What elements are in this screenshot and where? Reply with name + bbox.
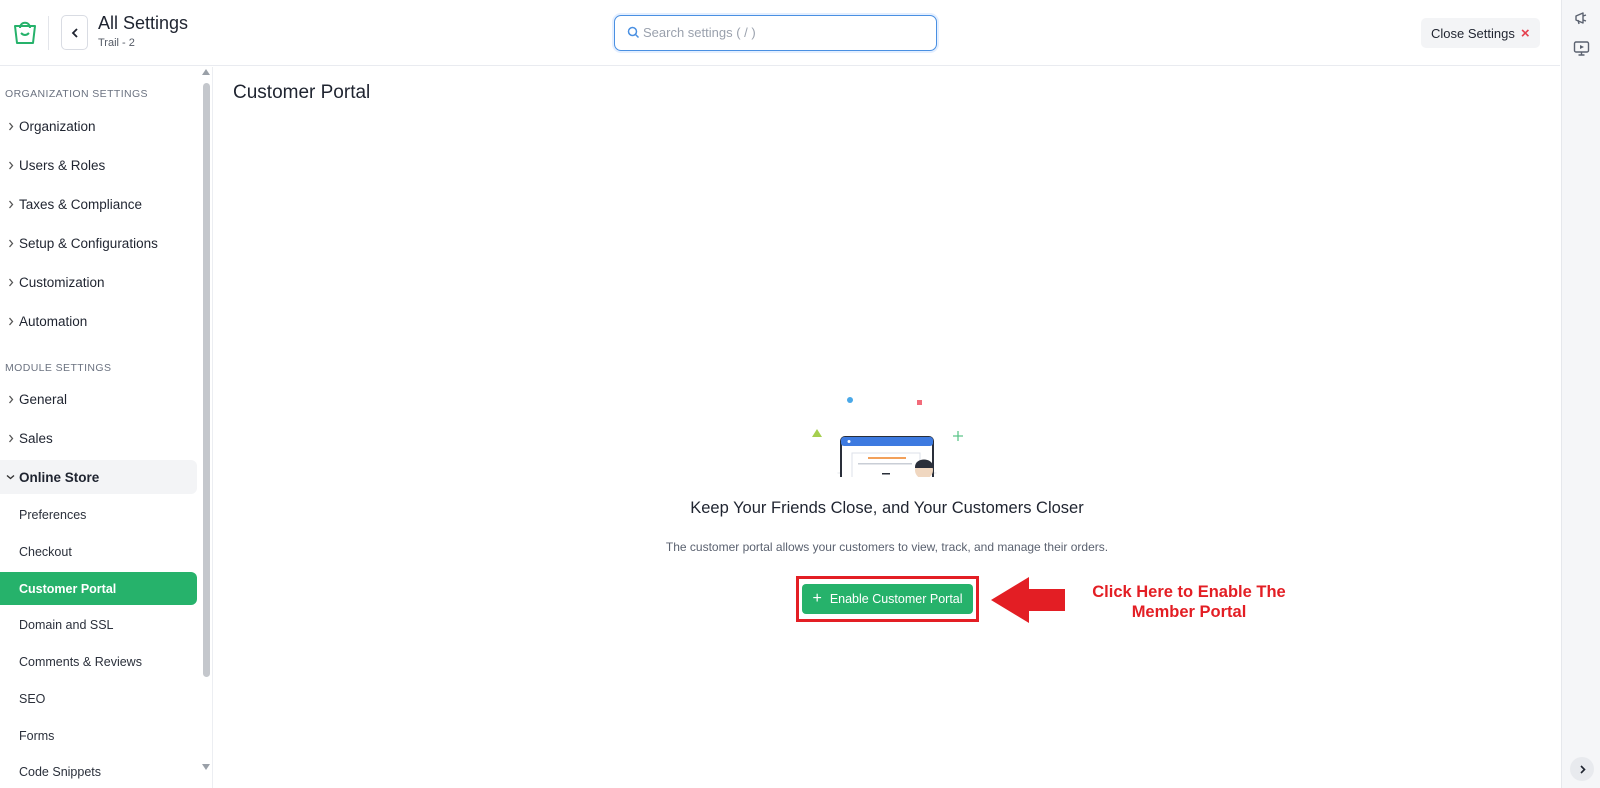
sidebar-item-organization[interactable]: Organization <box>0 109 197 143</box>
chevron-right-icon <box>8 434 13 442</box>
organization-name: Trail - 2 <box>98 37 135 49</box>
search-input[interactable] <box>643 17 929 48</box>
back-button[interactable] <box>61 15 88 50</box>
empty-state-title: Keep Your Friends Close, and Your Custom… <box>690 499 1084 517</box>
plus-icon: + <box>812 590 822 607</box>
sidebar-item-label: Customization <box>19 274 105 290</box>
page-title: Customer Portal <box>233 82 371 103</box>
sidebar-item-label: Sales <box>19 430 53 446</box>
sidebar-subitem-code-snippets[interactable]: Code Snippets <box>0 755 197 788</box>
sidebar-item-automation[interactable]: Automation <box>0 304 197 338</box>
sidebar-subitem-forms[interactable]: Forms <box>0 719 197 752</box>
settings-sidebar: ORGANIZATION SETTINGS Organization Users… <box>0 67 213 788</box>
chevron-right-icon <box>8 278 13 286</box>
sidebar-item-users-roles[interactable]: Users & Roles <box>0 148 197 182</box>
search-box <box>614 15 937 51</box>
sidebar-item-online-store[interactable]: Online Store <box>0 460 197 494</box>
annotation-text: Click Here to Enable The Member Portal <box>1092 583 1286 621</box>
sidebar-subitem-checkout[interactable]: Checkout <box>0 535 197 568</box>
sidebar-item-general[interactable]: General <box>0 382 197 416</box>
sidebar-item-label: Automation <box>19 313 88 329</box>
sidebar-item-sales[interactable]: Sales <box>0 421 197 455</box>
chevron-right-icon <box>8 239 13 247</box>
sidebar-subitem-comments-reviews[interactable]: Comments & Reviews <box>0 645 197 678</box>
chevron-right-icon <box>8 317 13 325</box>
search-icon <box>627 26 640 39</box>
close-settings-label: Close Settings <box>1431 25 1515 41</box>
close-settings-button[interactable]: Close Settings × <box>1421 18 1540 48</box>
red-arrow-icon <box>991 577 1065 623</box>
sidebar-item-customization[interactable]: Customization <box>0 265 197 299</box>
app-title: All Settings <box>98 13 189 33</box>
empty-state-description: The customer portal allows your customer… <box>665 540 1109 554</box>
chevron-right-icon <box>8 395 13 403</box>
header-divider <box>48 16 49 50</box>
sidebar-item-label: Users & Roles <box>19 157 106 173</box>
sidebar-item-label: Taxes & Compliance <box>19 196 143 212</box>
expand-rail-button[interactable] <box>1570 757 1594 781</box>
sidebar-item-setup-configurations[interactable]: Setup & Configurations <box>0 226 197 260</box>
scroll-down-icon[interactable] <box>202 764 210 770</box>
enable-customer-portal-button[interactable]: + Enable Customer Portal <box>802 584 973 614</box>
enable-button-label: Enable Customer Portal <box>829 592 963 606</box>
organization-settings-heading: ORGANIZATION SETTINGS <box>5 88 148 100</box>
sidebar-item-label: Online Store <box>19 469 100 485</box>
sidebar-item-label: General <box>19 391 68 407</box>
presentation-icon[interactable] <box>1573 40 1590 57</box>
megaphone-icon[interactable] <box>1573 10 1590 27</box>
sidebar-item-taxes-compliance[interactable]: Taxes & Compliance <box>0 187 197 221</box>
right-rail <box>1561 0 1600 788</box>
chevron-left-icon <box>71 27 78 38</box>
top-header: All Settings Trail - 2 Close Settings × <box>0 0 1560 66</box>
sidebar-subitem-domain-ssl[interactable]: Domain and SSL <box>0 608 197 641</box>
module-settings-heading: MODULE SETTINGS <box>5 362 112 374</box>
sidebar-subitem-seo[interactable]: SEO <box>0 682 197 715</box>
scroll-up-icon[interactable] <box>202 69 210 75</box>
chevron-down-icon <box>6 474 15 480</box>
customer-portal-illustration <box>812 397 963 477</box>
sidebar-item-label: Setup & Configurations <box>19 235 158 251</box>
chevron-right-icon <box>1579 764 1586 774</box>
sidebar-scroll-thumb[interactable] <box>203 83 210 677</box>
close-icon: × <box>1520 24 1530 42</box>
sidebar-subitem-customer-portal[interactable]: Customer Portal <box>0 572 197 605</box>
store-bag-icon[interactable] <box>12 18 38 46</box>
main-content: Customer Portal Keep Your Friends Close,… <box>214 67 1560 788</box>
sidebar-item-label: Organization <box>19 118 96 134</box>
chevron-right-icon <box>8 122 13 130</box>
chevron-right-icon <box>8 200 13 208</box>
sidebar-subitem-preferences[interactable]: Preferences <box>0 498 197 531</box>
chevron-right-icon <box>8 161 13 169</box>
